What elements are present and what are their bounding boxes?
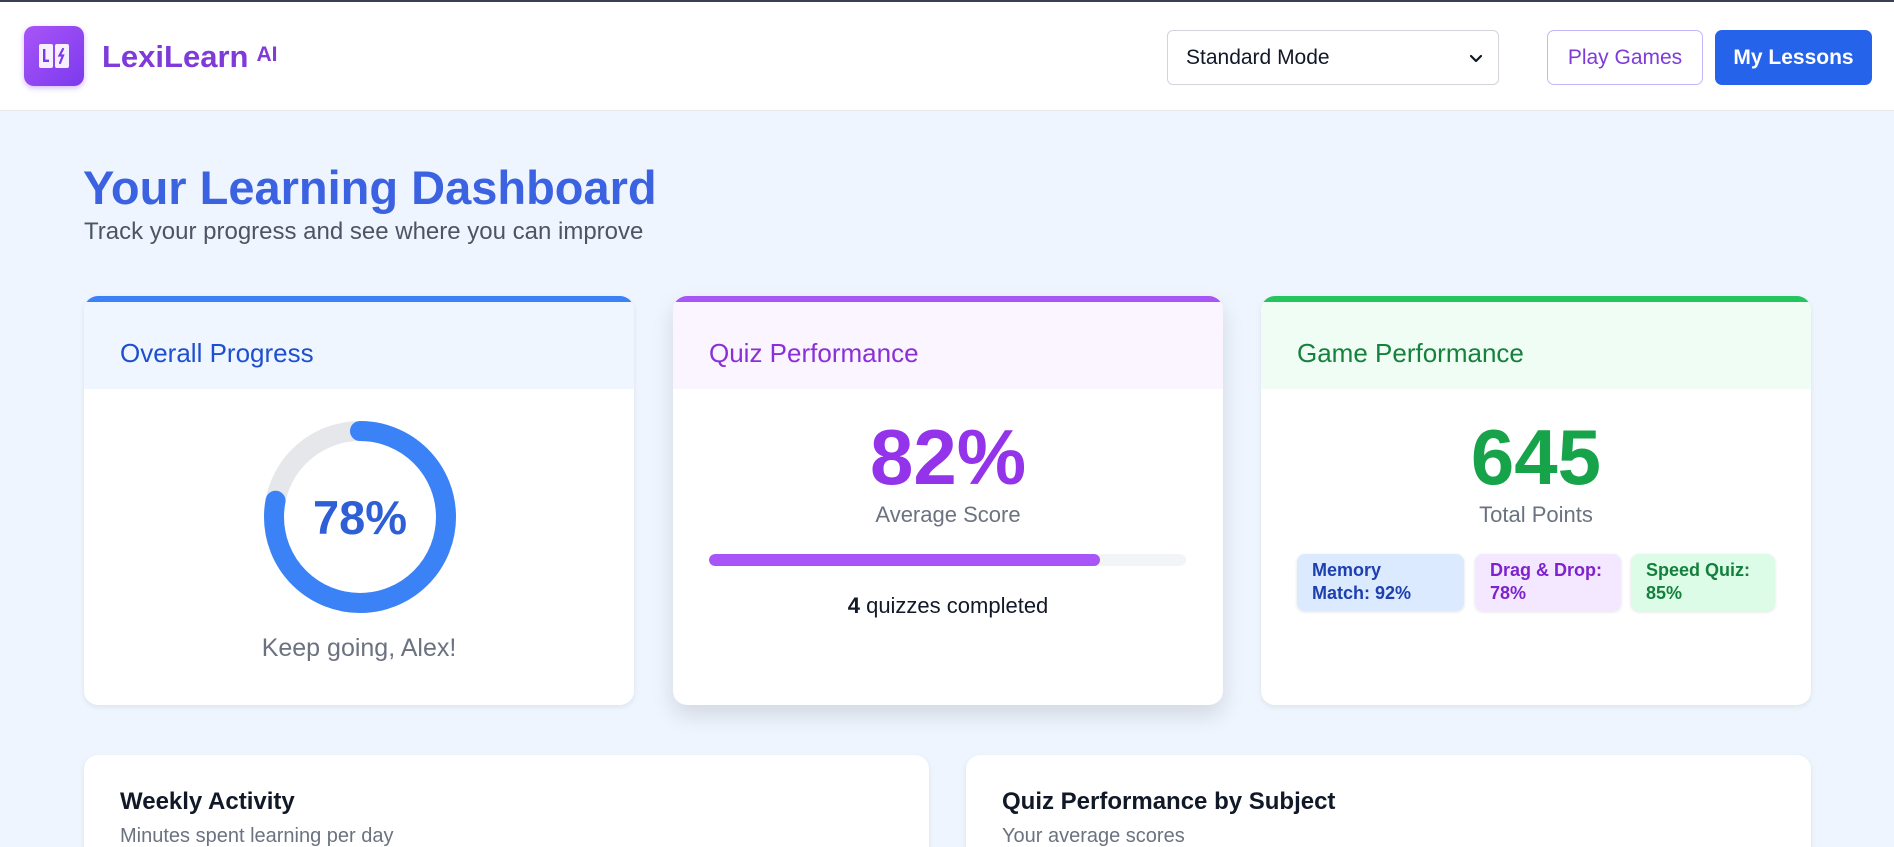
page-title: Your Learning Dashboard: [83, 161, 657, 214]
game-chip-speed-quiz: Speed Quiz: 85%: [1631, 554, 1775, 611]
game-total-points: 645: [1470, 413, 1602, 501]
my-lessons-button[interactable]: My Lessons: [1715, 30, 1872, 85]
card-title: Quiz Performance: [709, 338, 919, 368]
quiz-by-subject-card: Quiz Performance by Subject Your average…: [966, 755, 1811, 847]
brand-name: LexiLearn: [102, 39, 249, 74]
chip-line: Memory: [1312, 560, 1382, 580]
progress-ring: 78%: [262, 419, 458, 615]
chip-line: 78%: [1490, 583, 1527, 603]
chip-line: Match: 92%: [1312, 583, 1412, 603]
progress-percent: 78%: [312, 490, 408, 544]
mode-select-value: Standard Mode: [1186, 45, 1330, 69]
quiz-average-score: 82%: [869, 413, 1027, 501]
game-points-label: Total Points: [1479, 502, 1593, 527]
book-icon: [39, 44, 69, 68]
game-chip-drag-drop: Drag & Drop: 78%: [1475, 554, 1621, 611]
quiz-by-subject-subtitle: Your average scores: [1002, 825, 1185, 847]
page-subtitle: Track your progress and see where you ca…: [84, 218, 644, 245]
card-title: Overall Progress: [120, 338, 314, 368]
brand-suffix: AI: [256, 43, 278, 66]
play-games-button[interactable]: Play Games: [1547, 30, 1703, 85]
brand: LexiLearn AI: [102, 39, 277, 75]
chip-line: 85%: [1646, 583, 1683, 603]
quizzes-completed-count: 4: [847, 593, 860, 618]
quiz-progress-fill: [709, 554, 1101, 566]
quiz-average-label: Average Score: [875, 502, 1021, 527]
weekly-activity-title: Weekly Activity: [120, 788, 295, 815]
chip-line: Speed Quiz:: [1646, 560, 1751, 580]
logo[interactable]: [24, 26, 84, 86]
app-header: LexiLearn AI Standard Mode Play Games My…: [0, 2, 1894, 111]
chevron-down-icon: [1469, 54, 1483, 62]
card-title: Game Performance: [1297, 338, 1524, 368]
overall-progress-card: Overall Progress 78% Keep going, Alex!: [84, 296, 634, 705]
quiz-by-subject-title: Quiz Performance by Subject: [1002, 788, 1336, 815]
chip-line: Drag & Drop:: [1490, 560, 1602, 580]
weekly-activity-card: Weekly Activity Minutes spent learning p…: [84, 755, 929, 847]
mode-select[interactable]: Standard Mode: [1167, 30, 1499, 85]
quiz-performance-card: Quiz Performance 82% Average Score 4 qui…: [673, 296, 1223, 705]
encouragement-message: Keep going, Alex!: [261, 634, 457, 662]
weekly-activity-subtitle: Minutes spent learning per day: [120, 825, 394, 847]
quiz-progress-bar: [709, 554, 1186, 566]
quizzes-completed-label: quizzes completed: [866, 593, 1049, 618]
game-chip-memory-match: Memory Match: 92%: [1297, 554, 1464, 611]
quizzes-completed: 4 quizzes completed: [673, 593, 1223, 619]
game-performance-card: Game Performance 645 Total Points Memory…: [1261, 296, 1811, 705]
